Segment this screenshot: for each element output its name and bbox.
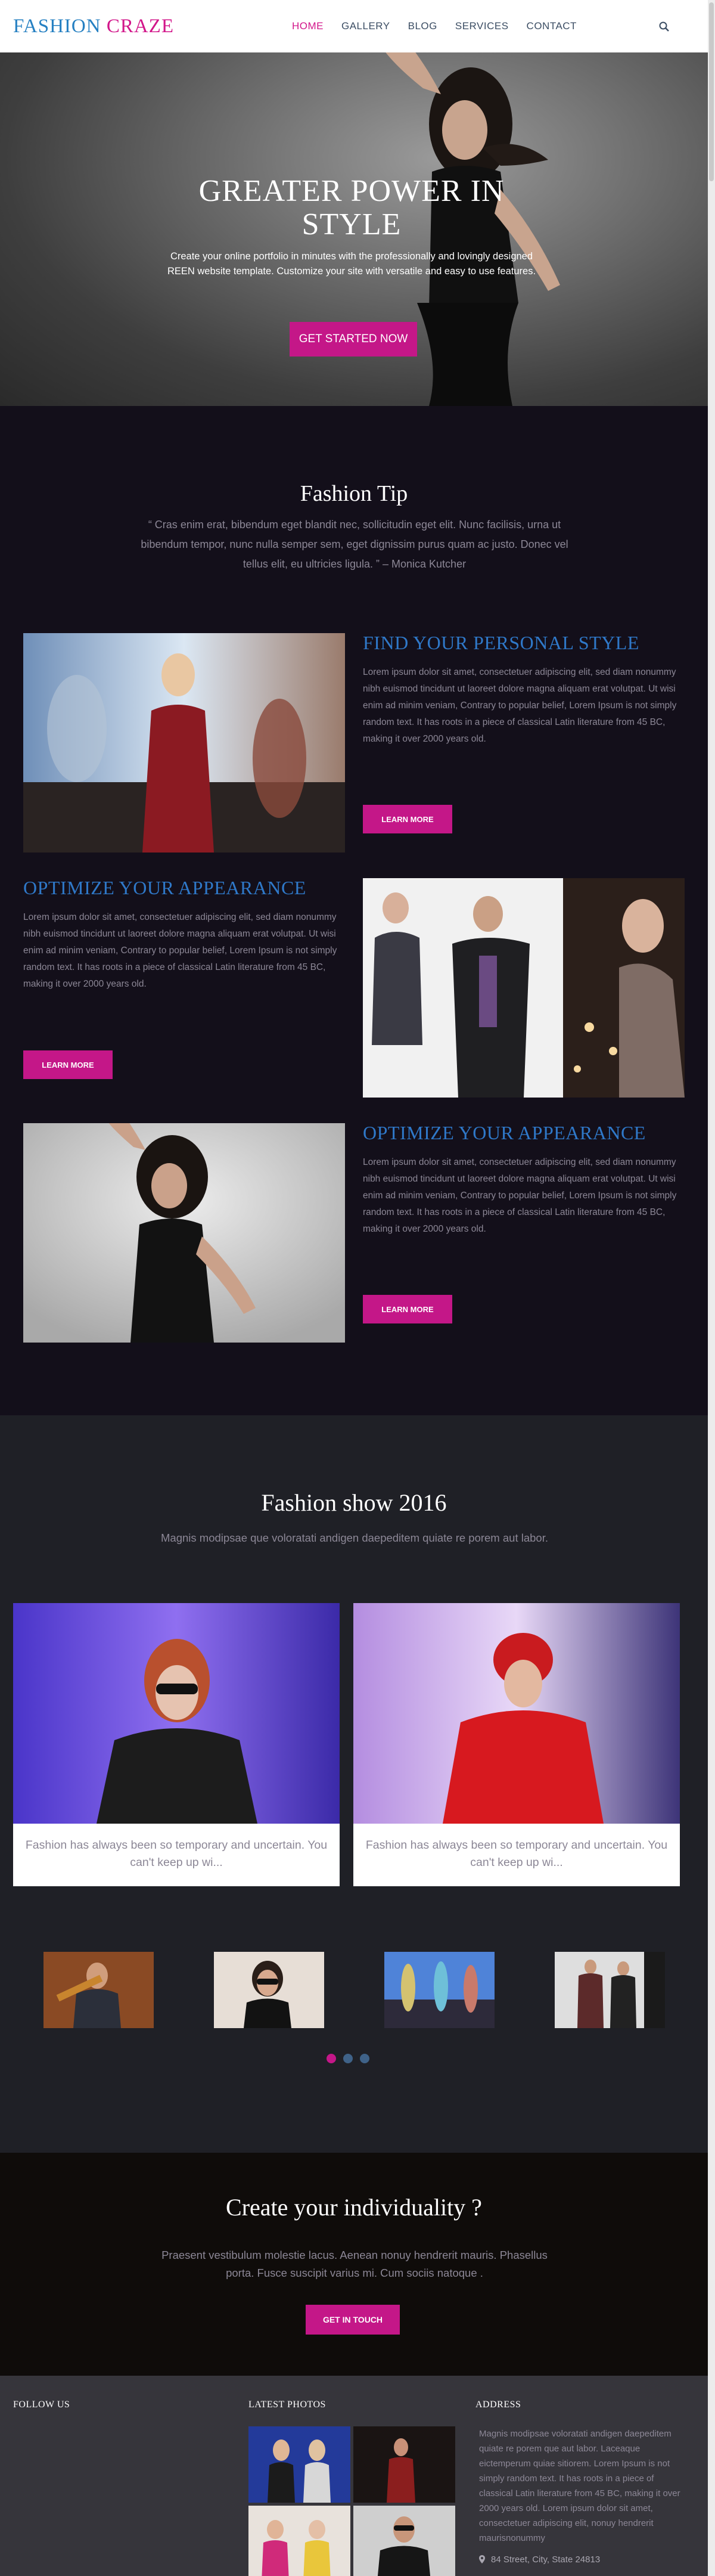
carousel-thumbnail[interactable] bbox=[43, 1952, 154, 2028]
row-heading: OPTIMIZE YOUR APPEARANCE bbox=[363, 1122, 646, 1143]
row-heading: OPTIMIZE YOUR APPEARANCE bbox=[23, 877, 306, 898]
latest-photo-thumbnail[interactable] bbox=[353, 2426, 455, 2503]
carousel-dot[interactable] bbox=[360, 2054, 369, 2063]
cta-subtitle: Praesent vestibulum molestie lacus. Aene… bbox=[161, 2249, 548, 2279]
row-heading: FIND YOUR PERSONAL STYLE bbox=[363, 632, 639, 653]
nav-contact[interactable]: CONTACT bbox=[527, 20, 577, 32]
learn-more-button[interactable]: LEARN MORE bbox=[363, 805, 452, 833]
nav-services[interactable]: SERVICES bbox=[455, 20, 509, 32]
fashion-tip-section: Fashion Tip “ Cras enim erat, bibendum e… bbox=[0, 406, 708, 1415]
show-card[interactable]: Fashion has always been so temporary and… bbox=[13, 1603, 340, 1886]
section-subtitle: Magnis modipsae que voloratati andigen d… bbox=[161, 1532, 548, 1544]
runway-model-image bbox=[23, 633, 345, 853]
models-collage-image bbox=[363, 878, 685, 1098]
scrollbar-thumb[interactable] bbox=[709, 2, 714, 181]
location-text: 84 Street, City, State 24813 bbox=[491, 2555, 601, 2565]
search-icon[interactable] bbox=[658, 20, 671, 33]
learn-more-button[interactable]: LEARN MORE bbox=[23, 1050, 113, 1079]
map-pin-icon bbox=[479, 2555, 485, 2563]
get-started-button[interactable]: GET STARTED NOW bbox=[290, 322, 417, 357]
carousel-dot[interactable] bbox=[327, 2054, 336, 2063]
logo-part-fashion: FASHION bbox=[13, 15, 101, 37]
show-card-caption: Fashion has always been so temporary and… bbox=[25, 1839, 328, 1869]
location-line: 84 Street, City, State 24813 bbox=[479, 2555, 600, 2565]
row-text: Lorem ipsum dolor sit amet, consectetuer… bbox=[363, 667, 677, 744]
show-card-image bbox=[13, 1603, 340, 1824]
logo-part-craze: CRAZE bbox=[106, 15, 174, 37]
scrollbar[interactable] bbox=[708, 0, 715, 2576]
nav-blog[interactable]: BLOG bbox=[408, 20, 437, 32]
dancing-model-image bbox=[23, 1123, 345, 1343]
section-title: Fashion show 2016 bbox=[261, 1489, 447, 1516]
latest-photo-thumbnail[interactable] bbox=[353, 2506, 455, 2576]
address-text: Magnis modipsae voloratati andigen daepe… bbox=[479, 2429, 680, 2543]
tip-quote: “ Cras enim erat, bibendum eget blandit … bbox=[141, 519, 568, 570]
site-header: FASHION CRAZE HOME GALLERY BLOG SERVICES… bbox=[0, 0, 708, 52]
hero-subtitle: Create your online portfolio in minutes … bbox=[167, 251, 536, 277]
carousel-dot[interactable] bbox=[343, 2054, 353, 2063]
hero-title: GREATER POWER IN STYLE bbox=[198, 174, 505, 241]
nav-gallery[interactable]: GALLERY bbox=[341, 20, 390, 32]
section-title: Fashion Tip bbox=[300, 481, 408, 506]
nav-home[interactable]: HOME bbox=[292, 20, 324, 32]
carousel-thumbnail[interactable] bbox=[214, 1952, 324, 2028]
show-card[interactable]: Fashion has always been so temporary and… bbox=[353, 1603, 680, 1886]
site-footer: FOLLOW US LATEST PHOTOS ADDRESS Magnis m… bbox=[0, 2376, 708, 2576]
show-card-caption: Fashion has always been so temporary and… bbox=[365, 1839, 668, 1869]
latest-photo-thumbnail[interactable] bbox=[248, 2506, 350, 2576]
row-text: Lorem ipsum dolor sit amet, consectetuer… bbox=[23, 912, 337, 989]
address-heading: ADDRESS bbox=[475, 2400, 521, 2410]
show-card-image bbox=[353, 1603, 680, 1824]
carousel-thumbnail[interactable] bbox=[555, 1952, 665, 2028]
follow-us-heading: FOLLOW US bbox=[13, 2400, 70, 2410]
get-in-touch-button[interactable]: GET IN TOUCH bbox=[306, 2305, 400, 2335]
site-logo[interactable]: FASHION CRAZE bbox=[13, 16, 174, 38]
latest-photos-heading: LATEST PHOTOS bbox=[248, 2400, 326, 2410]
page: FASHION CRAZE HOME GALLERY BLOG SERVICES… bbox=[0, 0, 715, 2576]
learn-more-button[interactable]: LEARN MORE bbox=[363, 1295, 452, 1323]
cta-section: Create your individuality ? Praesent ves… bbox=[0, 2153, 708, 2376]
fashion-show-section: Fashion show 2016 Magnis modipsae que vo… bbox=[0, 1415, 708, 2153]
latest-photo-thumbnail[interactable] bbox=[248, 2426, 350, 2503]
hero-banner: GREATER POWER IN STYLE Create your onlin… bbox=[0, 52, 708, 406]
row-text: Lorem ipsum dolor sit amet, consectetuer… bbox=[363, 1157, 677, 1234]
main-nav: HOME GALLERY BLOG SERVICES CONTACT bbox=[292, 0, 577, 52]
carousel-thumbnail[interactable] bbox=[384, 1952, 495, 2028]
cta-title: Create your individuality ? bbox=[226, 2194, 482, 2221]
